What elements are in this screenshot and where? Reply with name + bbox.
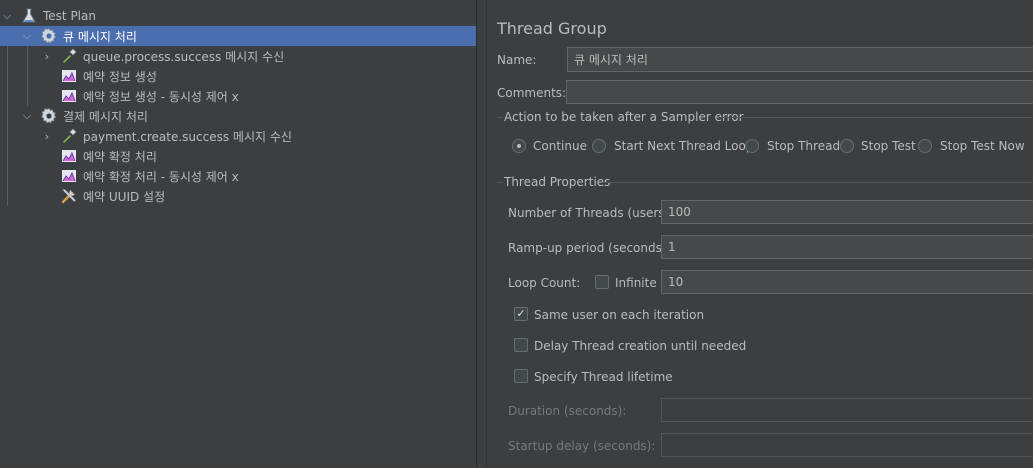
tree-item-reservation-create-no-lock[interactable]: 예약 정보 생성 - 동시성 제어 x: [0, 86, 476, 106]
tree-item-label: payment.create.success 메시지 수신: [83, 129, 292, 144]
tree-item-label: 예약 확정 처리: [83, 149, 157, 164]
delay-thread-checkbox[interactable]: [514, 338, 528, 352]
tree-item-payment-receive[interactable]: › payment.create.success 메시지 수신: [0, 126, 476, 146]
tree-item-label: Test Plan: [43, 9, 96, 23]
delay-thread-label: Delay Thread creation until needed: [534, 339, 747, 353]
radio-stop-test[interactable]: [840, 139, 854, 153]
panel-splitter[interactable]: [476, 0, 487, 468]
radio-stop-test-label: Stop Test: [861, 139, 916, 153]
comments-field[interactable]: [566, 80, 1033, 104]
same-user-label: Same user on each iteration: [534, 308, 705, 322]
radio-start-next-loop[interactable]: [592, 139, 606, 153]
chart-icon: [60, 167, 78, 185]
chevron-down-icon[interactable]: ⌵: [21, 106, 33, 126]
name-field[interactable]: 큐 메시지 처리: [567, 47, 1033, 72]
tree-item-label: 큐 메시지 처리: [63, 29, 137, 44]
gear-icon: [40, 107, 58, 125]
sampler-error-legend: Action to be taken after a Sampler error: [504, 110, 744, 124]
tree-item-reservation-create[interactable]: 예약 정보 생성: [0, 66, 476, 86]
rampup-field[interactable]: 1: [661, 235, 1033, 259]
pipette-icon: [60, 127, 78, 145]
duration-field[interactable]: [661, 398, 1033, 422]
tree-item-label: queue.process.success 메시지 수신: [83, 49, 285, 64]
infinite-label: Infinite: [615, 276, 657, 290]
tree-item-test-plan[interactable]: ⌵ Test Plan: [0, 6, 476, 26]
thread-group-panel: Thread Group Name: 큐 메시지 처리 Comments: Ac…: [487, 0, 1033, 468]
radio-continue[interactable]: [512, 139, 526, 153]
tree-item-label: 예약 정보 생성 - 동시성 제어 x: [83, 89, 239, 104]
startup-delay-field[interactable]: [661, 433, 1033, 457]
section-divider: [602, 182, 1033, 183]
section-divider: [719, 117, 1033, 118]
section-divider: [497, 117, 503, 118]
name-label: Name:: [497, 53, 537, 67]
chevron-down-icon[interactable]: ⌵: [21, 26, 33, 46]
tree-item-reservation-confirm-no-lock[interactable]: 예약 확정 처리 - 동시성 제어 x: [0, 166, 476, 186]
chevron-down-icon[interactable]: ⌵: [1, 6, 13, 26]
tree-item-label: 결제 메시지 처리: [63, 109, 148, 124]
tree-item-thread-group-payment[interactable]: ⌵ 결제 메시지 처리: [0, 106, 476, 126]
threads-field[interactable]: 100: [661, 200, 1033, 224]
tree-item-queue-receive[interactable]: › queue.process.success 메시지 수신: [0, 46, 476, 66]
pipette-icon: [60, 47, 78, 65]
tree-item-thread-group-queue[interactable]: ⌵ 큐 메시지 처리: [0, 26, 476, 46]
radio-stop-thread-label: Stop Thread: [767, 139, 841, 153]
chart-icon: [60, 67, 78, 85]
tree-item-label: 예약 확정 처리 - 동시성 제어 x: [83, 169, 239, 184]
tools-icon: [60, 187, 78, 205]
panel-title: Thread Group: [497, 19, 607, 38]
startup-delay-label: Startup delay (seconds):: [508, 439, 656, 453]
thread-lifetime-label: Specify Thread lifetime: [534, 370, 673, 384]
radio-start-next-loop-label: Start Next Thread Loop: [614, 139, 754, 153]
tree-item-label: 예약 UUID 설정: [83, 189, 166, 204]
gear-icon: [40, 27, 58, 45]
chart-icon: [60, 147, 78, 165]
chart-icon: [60, 87, 78, 105]
radio-stop-thread[interactable]: [745, 139, 759, 153]
rampup-label: Ramp-up period (seconds):: [508, 241, 671, 255]
section-divider: [497, 182, 503, 183]
comments-label: Comments:: [497, 86, 567, 100]
thread-lifetime-checkbox[interactable]: [514, 369, 528, 383]
radio-stop-test-now-label: Stop Test Now: [940, 139, 1025, 153]
duration-label: Duration (seconds):: [508, 404, 627, 418]
tree-item-reservation-confirm[interactable]: 예약 확정 처리: [0, 146, 476, 166]
threads-label: Number of Threads (users):: [508, 206, 674, 220]
chevron-right-icon[interactable]: ›: [41, 46, 53, 66]
tree-item-label: 예약 정보 생성: [83, 69, 157, 84]
radio-stop-test-now[interactable]: [918, 139, 932, 153]
thread-properties-legend: Thread Properties: [504, 175, 611, 189]
test-plan-tree[interactable]: ⌵ Test Plan ⌵ 큐 메시지 처리 › queue.process.s…: [0, 0, 476, 468]
same-user-checkbox[interactable]: ✓: [514, 307, 528, 321]
loop-count-field[interactable]: 10: [661, 270, 1033, 294]
flask-icon: [20, 7, 38, 25]
infinite-checkbox[interactable]: [595, 275, 609, 289]
loop-count-label: Loop Count:: [508, 276, 581, 290]
tree-item-reservation-uuid-config[interactable]: 예약 UUID 설정: [0, 186, 476, 206]
chevron-right-icon[interactable]: ›: [41, 126, 53, 146]
radio-continue-label: Continue: [533, 139, 587, 153]
